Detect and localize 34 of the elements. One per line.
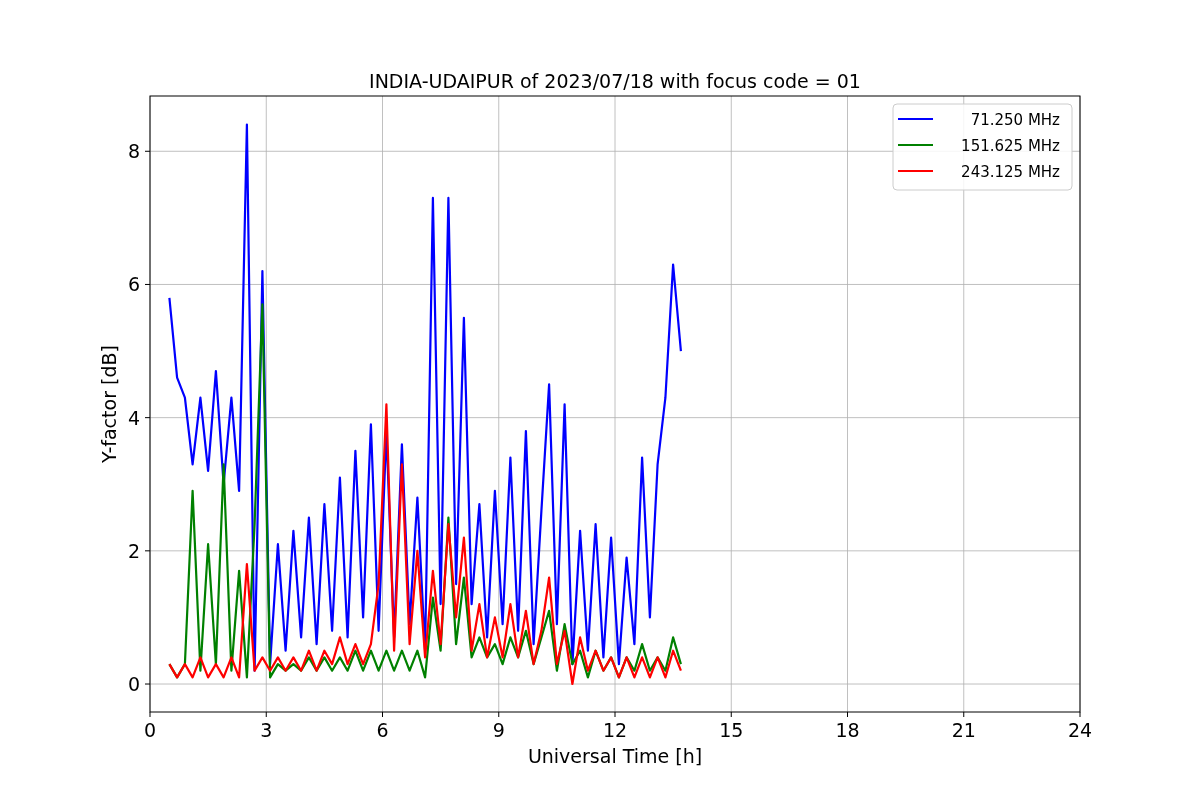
tick-label: 0 — [143, 719, 157, 741]
tick-label: 15 — [719, 719, 744, 741]
tick-label: 3 — [260, 719, 273, 741]
tick-label: 24 — [1067, 719, 1093, 741]
tick-mark — [730, 711, 732, 718]
y-axis-label: Y-factor [dB] — [98, 345, 120, 463]
tick-label: 0 — [127, 673, 140, 696]
chart-title: INDIA-UDAIPUR of 2023/07/18 with focus code = 01 — [369, 70, 861, 92]
tick-label: 18 — [835, 719, 860, 741]
tick-mark — [265, 711, 267, 718]
tick-mark — [498, 711, 500, 718]
legend-label: 243.125 MHz — [961, 163, 1060, 181]
tick-mark — [144, 417, 151, 419]
tick-mark — [144, 550, 151, 552]
tick-mark — [149, 711, 151, 718]
tick-label: 12 — [602, 719, 628, 741]
tick-mark — [1079, 711, 1081, 718]
x-axis-label: Universal Time [h] — [527, 745, 703, 767]
tick-label: 6 — [376, 719, 389, 741]
legend-label: 151.625 MHz — [961, 137, 1060, 155]
tick-label: 9 — [492, 719, 505, 741]
tick-mark — [963, 711, 965, 718]
tick-label: 2 — [127, 539, 140, 562]
tick-mark — [144, 683, 151, 685]
tick-label: 21 — [951, 719, 976, 741]
tick-mark — [614, 711, 616, 718]
tick-label: 4 — [127, 406, 140, 429]
tick-label: 6 — [127, 273, 140, 296]
tick-mark — [144, 283, 151, 285]
tick-mark — [382, 711, 383, 718]
tick-mark — [847, 711, 848, 718]
tick-label: 8 — [127, 140, 140, 163]
legend-label: 71.250 MHz — [970, 111, 1060, 129]
tick-mark — [144, 150, 151, 152]
